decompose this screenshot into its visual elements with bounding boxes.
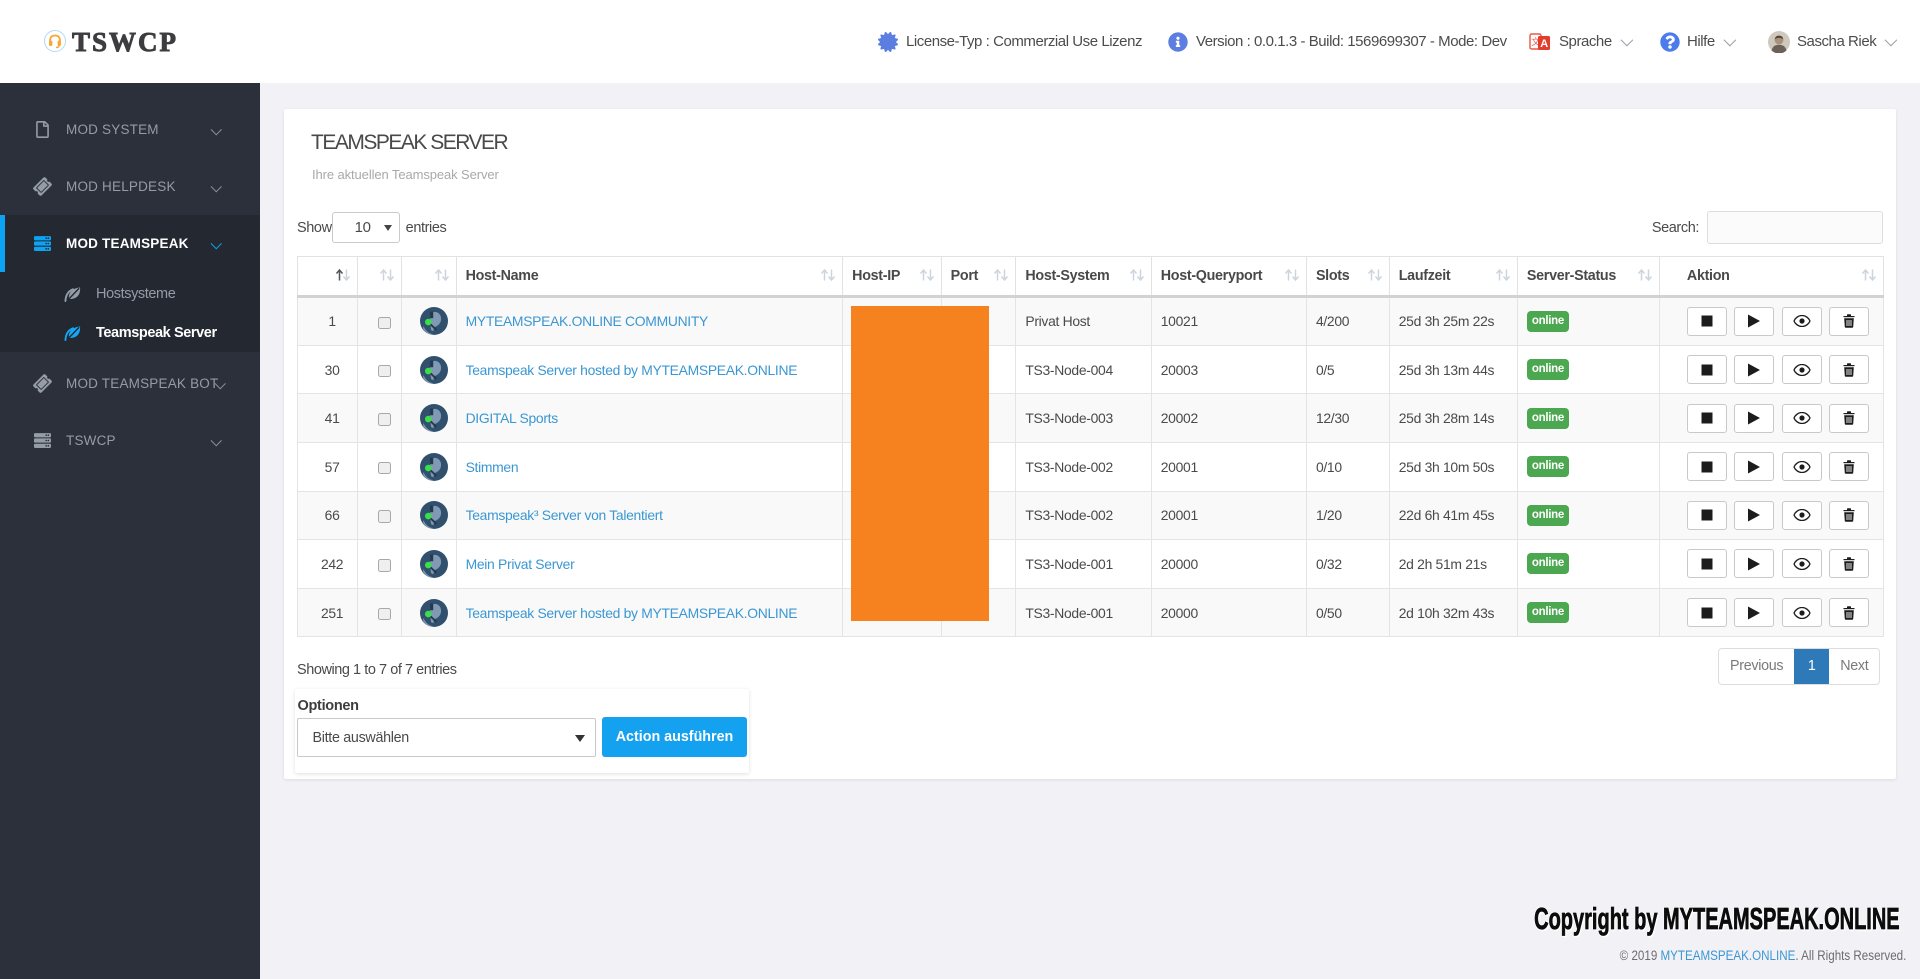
- svg-text:A: A: [1540, 38, 1548, 50]
